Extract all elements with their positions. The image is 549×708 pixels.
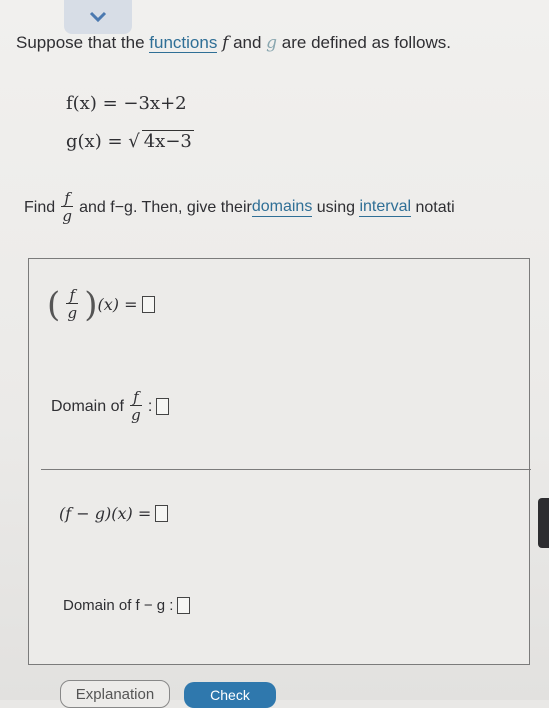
instruction-end: notati (411, 198, 455, 216)
f-over-g-fraction: f g (61, 189, 74, 225)
and-text: and (228, 33, 267, 52)
domain-f-minus-g-row: Domain of f − g : (63, 597, 191, 614)
d1-num: f (133, 388, 139, 406)
section-divider (41, 469, 531, 470)
domain1-colon: : (147, 397, 153, 415)
f-minus-g-row: (f − g)(x) = (59, 504, 169, 523)
using-text: using (312, 198, 360, 216)
prompt-text: Suppose that the (16, 33, 150, 52)
g-definition: g(x) = √ 4x−3 (66, 130, 194, 152)
f-over-g-label: f g (66, 286, 79, 322)
collapse-button[interactable] (64, 0, 132, 34)
domain2-label: Domain of f − g : (63, 597, 174, 614)
domain-f-minus-g-input[interactable] (177, 597, 191, 614)
explanation-button[interactable]: Explanation (60, 680, 170, 708)
functions-link[interactable]: functions (149, 33, 218, 53)
frac-denominator: g (62, 207, 72, 225)
f-minus-g-answer-input[interactable] (155, 505, 169, 522)
page: Suppose that the functions f and g are d… (0, 0, 549, 708)
prompt-end: are defined as follows. (277, 33, 451, 52)
domain1-fraction: f g (129, 388, 142, 424)
f-over-g-row: ( f g ) (x) = (47, 287, 155, 322)
q3-expr: (f − g)(x) = (59, 504, 152, 523)
find-text: Find (24, 198, 56, 216)
g-radicand: 4x−3 (141, 130, 194, 152)
domain-f-over-g-input[interactable] (156, 398, 170, 415)
side-tab[interactable] (538, 498, 549, 548)
domain-f-over-g-row: Domain of f g : (51, 388, 170, 424)
f-definition: f(x) = −3x+2 (66, 93, 187, 114)
right-paren: ) (84, 284, 98, 325)
instruction: Find f g and f−g. Then, give their domai… (24, 190, 455, 225)
answer-area: ( f g ) (x) = Domain of f g : (f − g)(x)… (28, 258, 531, 665)
q1-rhs: (x) = (97, 295, 138, 314)
left-paren: ( (47, 284, 61, 325)
domain1-label: Domain of (51, 397, 124, 415)
g-lhs: g(x) = (66, 131, 129, 152)
num-f: f (69, 286, 76, 304)
f-over-g-answer-input[interactable] (141, 296, 155, 313)
instruction-middle: and f−g. Then, give their (79, 198, 252, 216)
problem-statement: Suppose that the functions f and g are d… (16, 33, 451, 53)
den-g: g (67, 304, 78, 322)
domains-link[interactable]: domains (251, 198, 313, 217)
check-button[interactable]: Check (184, 682, 276, 708)
g-symbol: g (266, 33, 278, 53)
d1-den: g (131, 406, 141, 424)
frac-numerator: f (64, 189, 70, 207)
chevron-down-icon (89, 11, 107, 23)
interval-link[interactable]: interval (359, 198, 412, 217)
